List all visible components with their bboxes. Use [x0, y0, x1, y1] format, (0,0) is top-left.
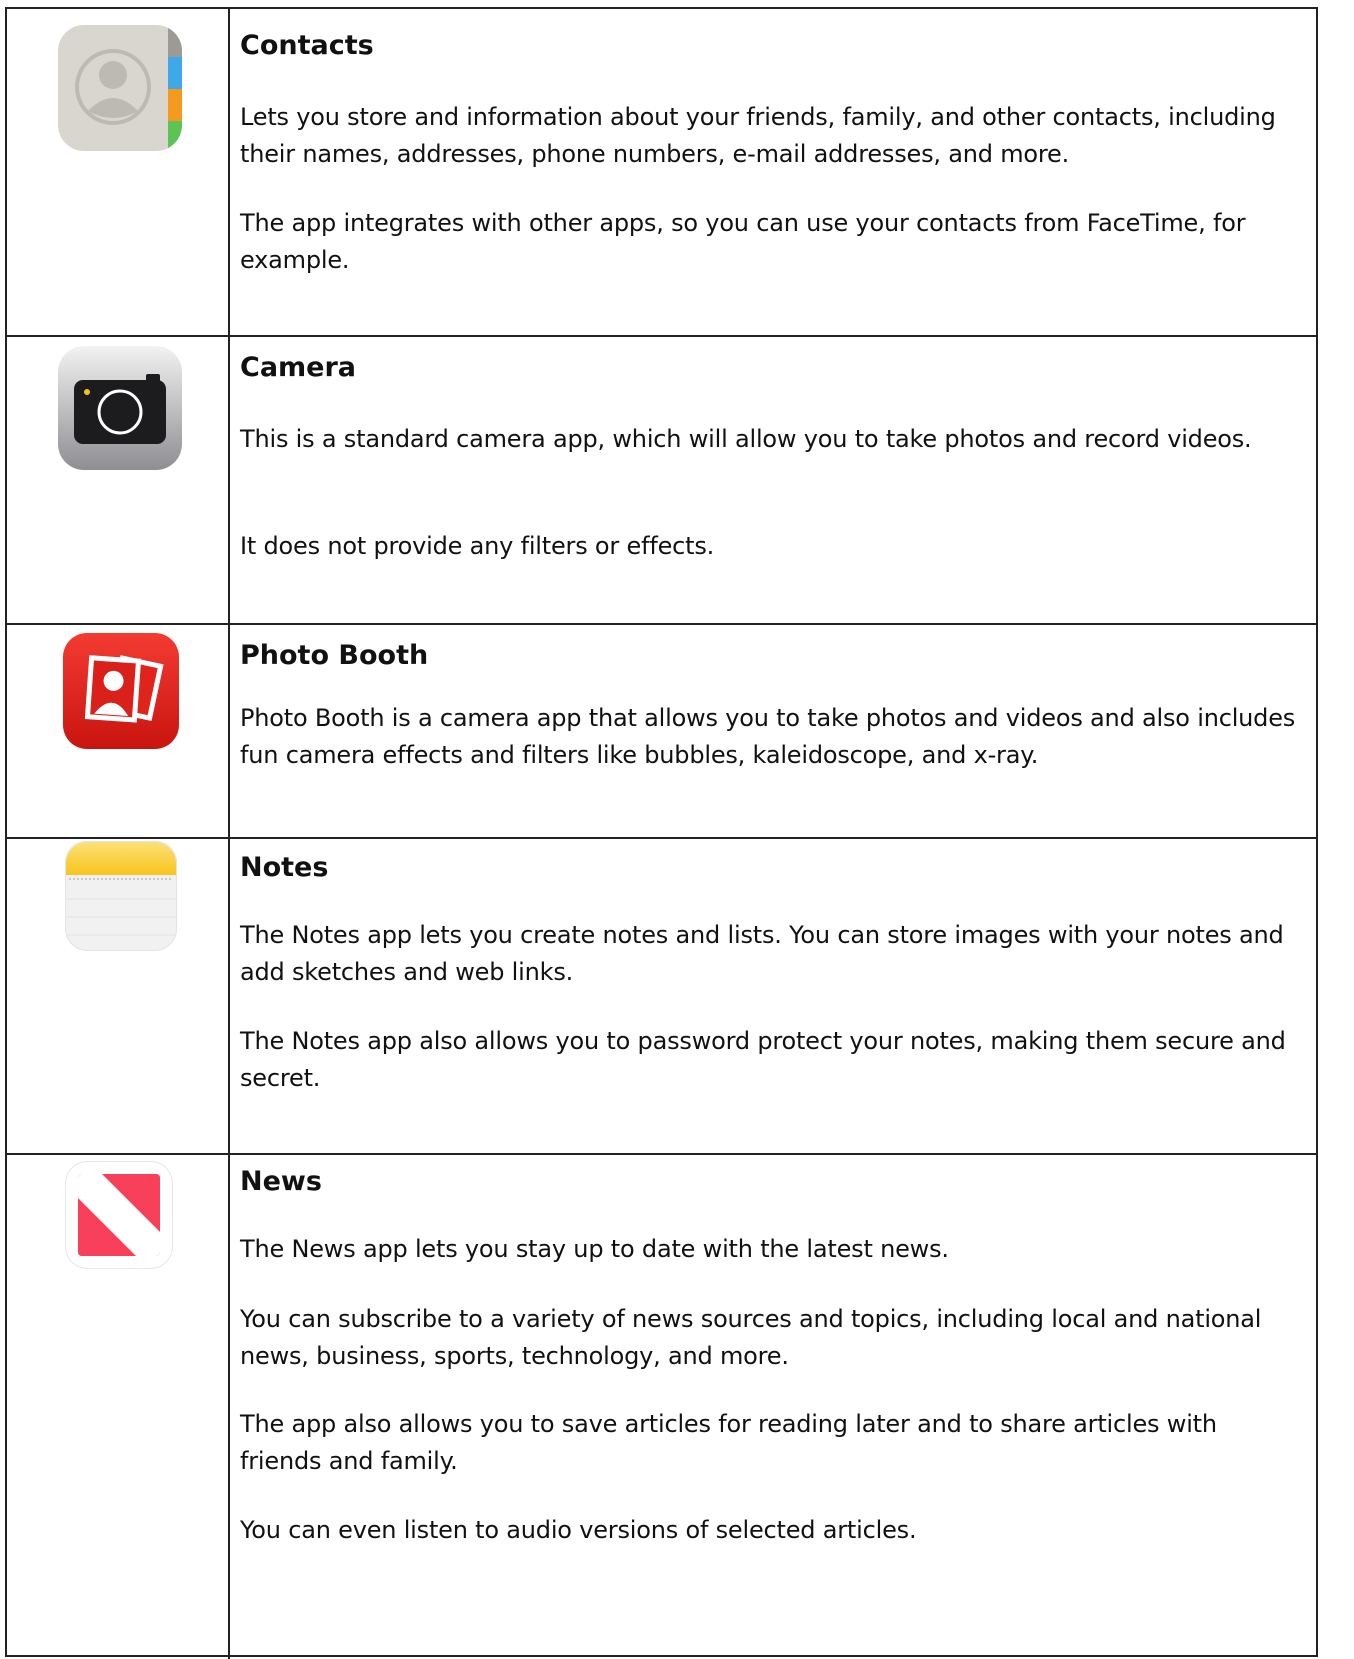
app-title: Contacts [240, 30, 374, 61]
table-row-contacts: Contacts Lets you store and information … [7, 9, 1316, 337]
table-row-camera: Camera This is a standard camera app, wh… [7, 337, 1316, 625]
app-title: Camera [240, 352, 357, 383]
notes-icon [65, 841, 177, 951]
camera-icon [58, 346, 182, 470]
icon-cell [7, 9, 230, 335]
paragraph: The app integrates with other apps, so y… [240, 209, 1246, 274]
table-row-notes: Notes The Notes app lets you create note… [7, 839, 1316, 1155]
paragraph: Photo Booth is a camera app that allows … [240, 704, 1296, 769]
app-title: News [240, 1166, 322, 1197]
contacts-icon [58, 25, 182, 151]
apps-table: Contacts Lets you store and information … [5, 7, 1318, 1659]
news-icon [65, 1161, 173, 1269]
paragraph: The Notes app lets you create notes and … [240, 921, 1284, 986]
app-title: Photo Booth [240, 640, 429, 671]
paragraph: The Notes app also allows you to passwor… [240, 1027, 1286, 1092]
paragraph: Lets you store and information about you… [240, 103, 1276, 168]
paragraph: You can subscribe to a variety of news s… [240, 1305, 1262, 1370]
app-title: Notes [240, 852, 329, 883]
paragraph: It does not provide any filters or effec… [240, 532, 715, 560]
table-row-photo-booth: Photo Booth Photo Booth is a camera app … [7, 625, 1316, 839]
icon-cell [7, 1155, 230, 1659]
icon-cell [7, 625, 230, 837]
icon-cell [7, 839, 230, 1153]
photo-booth-icon [63, 633, 179, 749]
paragraph: This is a standard camera app, which wil… [240, 425, 1252, 453]
paragraph: You can even listen to audio versions of… [240, 1516, 917, 1544]
table-row-news: News The News app lets you stay up to da… [7, 1155, 1316, 1659]
icon-cell [7, 337, 230, 623]
paragraph: The News app lets you stay up to date wi… [240, 1235, 949, 1263]
paragraph: The app also allows you to save articles… [240, 1410, 1217, 1475]
